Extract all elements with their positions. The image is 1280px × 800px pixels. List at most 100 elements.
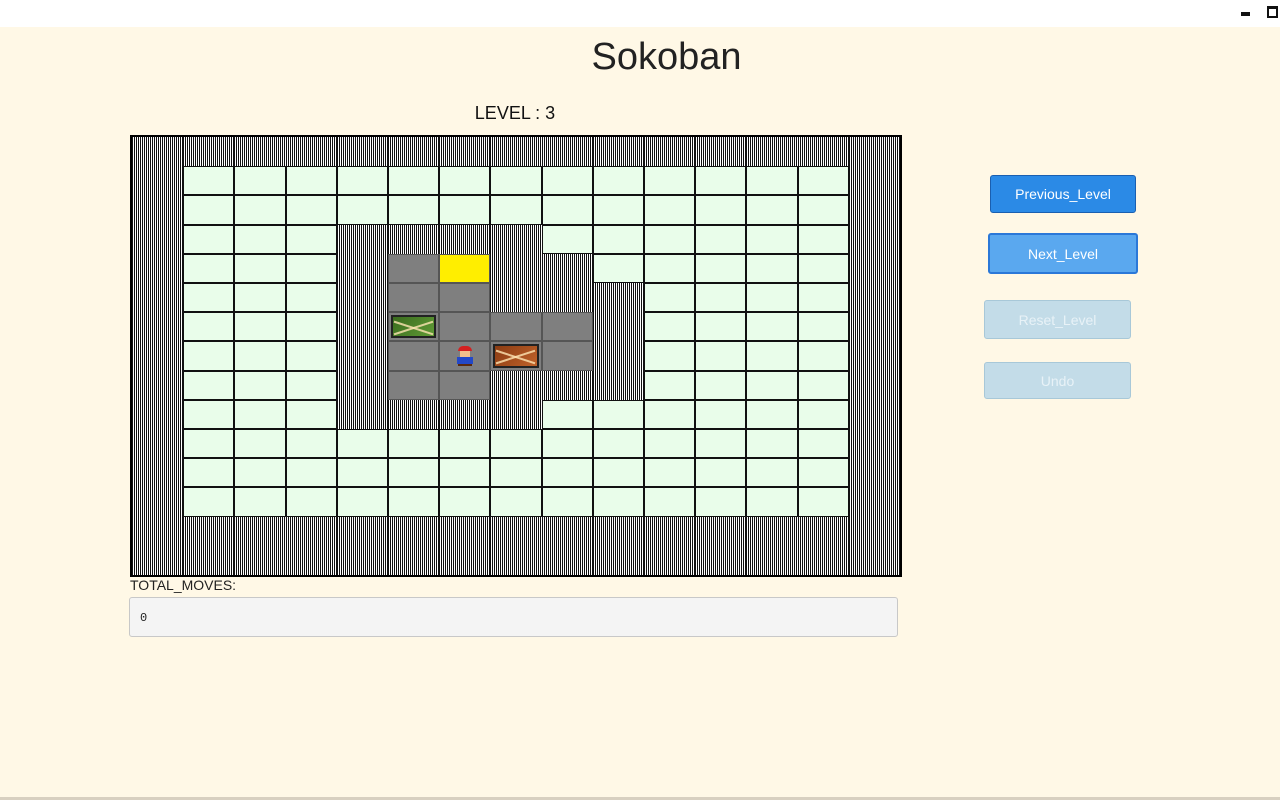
wall-tile [490, 137, 542, 167]
outside-tile [439, 195, 491, 225]
wall-tile [644, 545, 696, 575]
outside-tile [388, 166, 440, 196]
outside-tile [797, 195, 849, 225]
outside-tile [644, 458, 696, 488]
reset-level-button[interactable]: Reset_Level [984, 300, 1131, 339]
wall-tile [336, 253, 388, 283]
wall-tile [234, 516, 286, 546]
outside-tile [746, 429, 798, 459]
outside-tile [234, 458, 286, 488]
wall-tile [336, 312, 388, 342]
outside-tile [592, 166, 644, 196]
outside-tile [234, 487, 286, 517]
floor-tile [439, 341, 491, 371]
wall-tile [797, 137, 849, 167]
outside-tile [285, 429, 337, 459]
outside-tile [746, 166, 798, 196]
outside-tile [490, 487, 542, 517]
outside-tile [695, 283, 747, 313]
outside-tile [746, 399, 798, 429]
wall-tile [848, 399, 900, 429]
game-board[interactable] [130, 135, 902, 577]
outside-tile [644, 399, 696, 429]
outside-tile [592, 399, 644, 429]
minimize-icon[interactable] [1241, 12, 1250, 16]
wall-tile [541, 545, 593, 575]
outside-tile [234, 195, 286, 225]
wall-tile [439, 224, 491, 254]
outside-tile [285, 253, 337, 283]
wall-tile [132, 458, 184, 488]
wall-tile [132, 370, 184, 400]
outside-tile [439, 166, 491, 196]
wall-tile [285, 516, 337, 546]
wall-tile [848, 137, 900, 167]
wall-tile [848, 166, 900, 196]
outside-tile [797, 224, 849, 254]
undo-button[interactable]: Undo [984, 362, 1131, 399]
wall-tile [848, 312, 900, 342]
outside-tile [541, 458, 593, 488]
outside-tile [797, 458, 849, 488]
wall-tile [490, 224, 542, 254]
wall-tile [848, 545, 900, 575]
wall-tile [848, 370, 900, 400]
next-level-button[interactable]: Next_Level [988, 233, 1138, 274]
outside-tile [336, 166, 388, 196]
outside-tile [797, 283, 849, 313]
wall-tile [132, 166, 184, 196]
outside-tile [592, 429, 644, 459]
wall-tile [336, 341, 388, 371]
outside-tile [234, 370, 286, 400]
outside-tile [541, 195, 593, 225]
wall-tile [336, 224, 388, 254]
wall-tile [490, 370, 542, 400]
wall-tile [644, 516, 696, 546]
outside-tile [234, 253, 286, 283]
wall-tile [388, 516, 440, 546]
outside-tile [183, 253, 235, 283]
wall-tile [336, 283, 388, 313]
outside-tile [285, 341, 337, 371]
outside-tile [644, 166, 696, 196]
outside-tile [797, 487, 849, 517]
outside-tile [490, 458, 542, 488]
wall-tile [848, 253, 900, 283]
wall-tile [848, 341, 900, 371]
wall-tile [592, 137, 644, 167]
wall-tile [183, 516, 235, 546]
wall-tile [388, 137, 440, 167]
outside-tile [285, 399, 337, 429]
outside-tile [644, 370, 696, 400]
floor-tile [439, 370, 491, 400]
previous-level-button[interactable]: Previous_Level [990, 175, 1136, 213]
outside-tile [695, 166, 747, 196]
total-moves-label: TOTAL_MOVES: [130, 577, 237, 593]
outside-tile [746, 370, 798, 400]
crate [493, 344, 539, 368]
outside-tile [541, 429, 593, 459]
wall-tile [132, 312, 184, 342]
wall-tile [388, 545, 440, 575]
wall-tile [848, 516, 900, 546]
wall-tile [132, 429, 184, 459]
outside-tile [336, 195, 388, 225]
floor-tile [439, 312, 491, 342]
outside-tile [541, 487, 593, 517]
maximize-icon[interactable] [1267, 6, 1278, 18]
outside-tile [644, 283, 696, 313]
floor-tile [490, 341, 542, 371]
outside-tile [695, 429, 747, 459]
wall-tile [183, 545, 235, 575]
wall-tile [234, 137, 286, 167]
outside-tile [285, 370, 337, 400]
outside-tile [439, 458, 491, 488]
wall-tile [132, 224, 184, 254]
outside-tile [285, 166, 337, 196]
outside-tile [183, 195, 235, 225]
outside-tile [336, 429, 388, 459]
floor-tile [388, 253, 440, 283]
wall-tile [234, 545, 286, 575]
outside-tile [285, 487, 337, 517]
wall-tile [490, 545, 542, 575]
